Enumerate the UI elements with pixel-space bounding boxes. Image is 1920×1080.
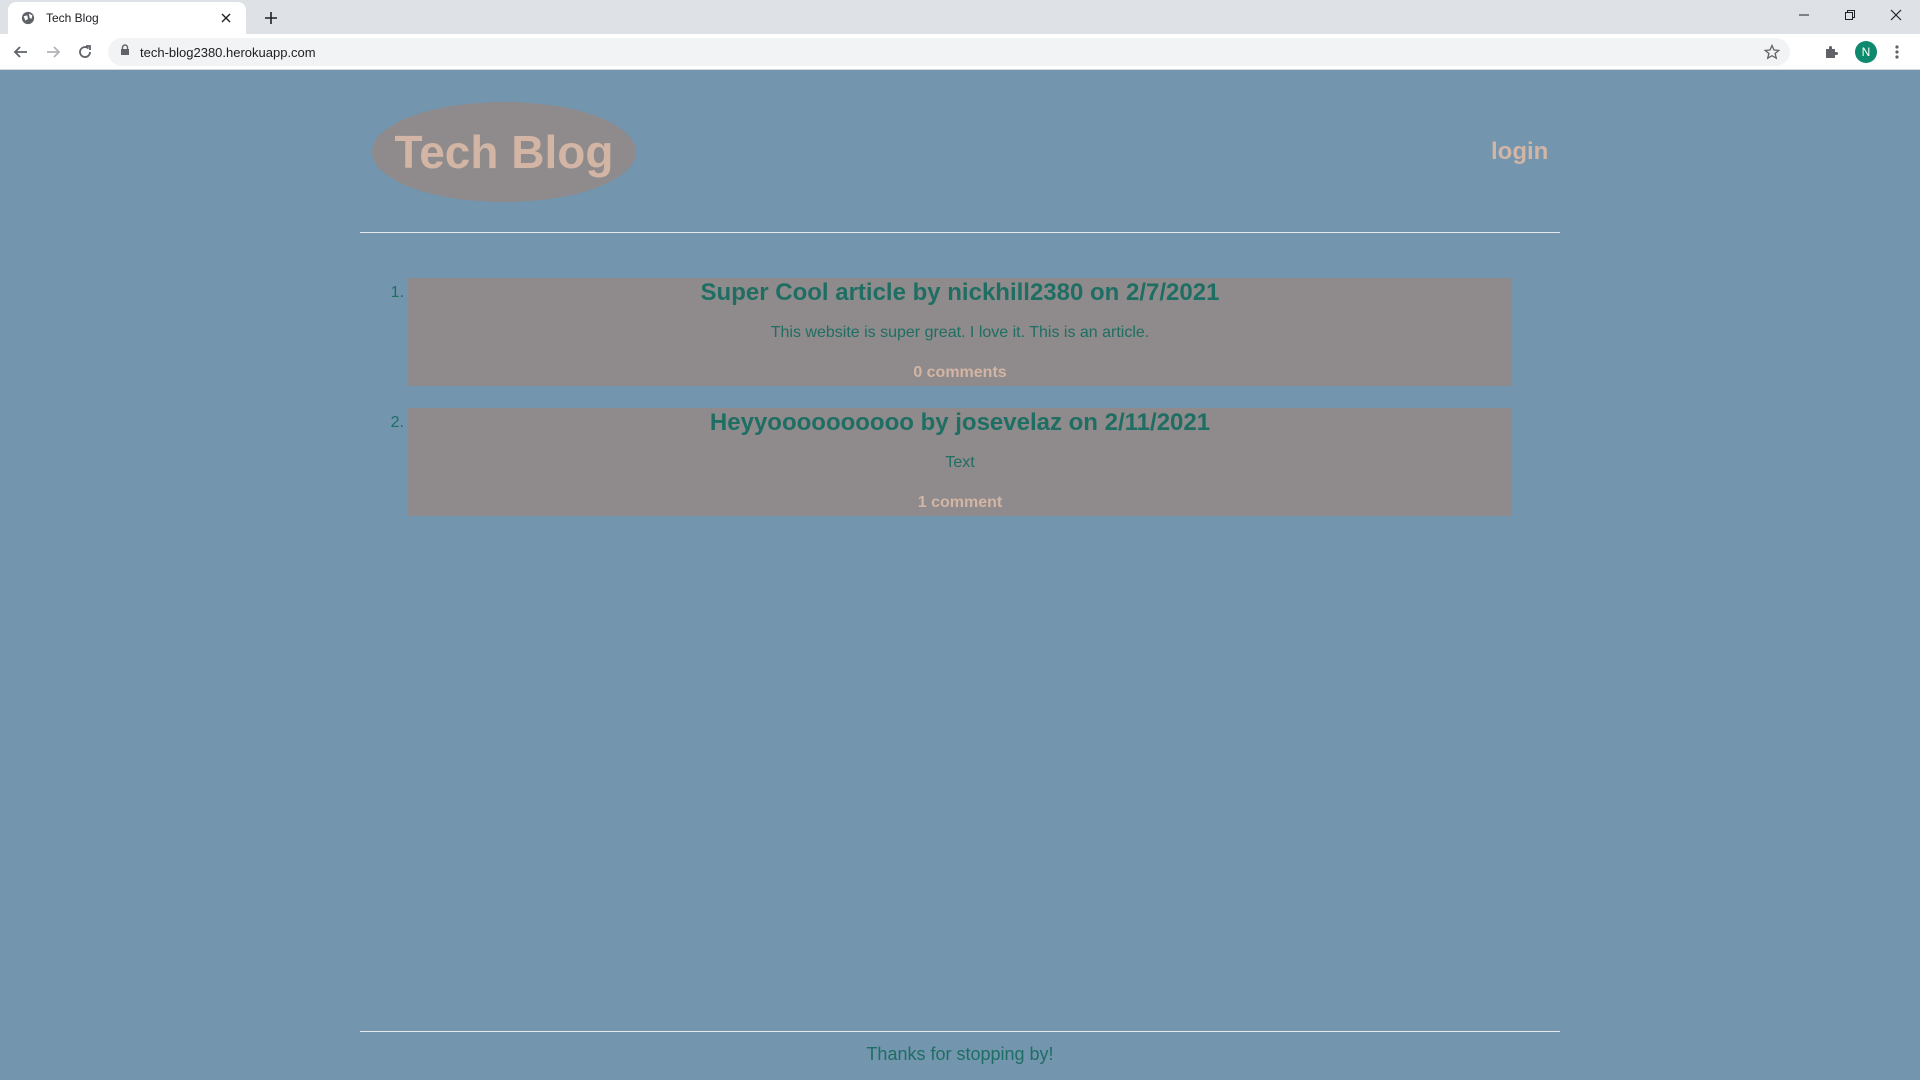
page-content: Tech Blog login 1. Super Cool article by…	[0, 70, 1920, 1080]
url-text: tech-blog2380.herokuapp.com	[140, 44, 316, 60]
bookmark-star-icon[interactable]	[1764, 44, 1780, 60]
reload-icon[interactable]	[71, 38, 99, 66]
tab-title: Tech Blog	[46, 11, 99, 25]
post-card: Super Cool article by nickhill2380 on 2/…	[408, 278, 1512, 386]
post-body: This website is super great. I love it. …	[770, 324, 1150, 341]
header-divider	[360, 232, 1560, 233]
new-tab-icon[interactable]	[258, 5, 284, 31]
restore-icon[interactable]	[1827, 0, 1873, 30]
close-window-icon[interactable]	[1873, 0, 1919, 30]
close-tab-icon[interactable]	[216, 8, 236, 28]
browser-toolbar: tech-blog2380.herokuapp.com N	[0, 34, 1920, 70]
globe-icon	[20, 10, 36, 26]
post-comments-link[interactable]: 0 comments	[408, 364, 1512, 382]
extensions-puzzle-icon[interactable]	[1822, 43, 1840, 61]
post-title-link[interactable]: Super Cool article by nickhill2380 on 2/…	[408, 278, 1512, 308]
more-menu-icon[interactable]	[1888, 43, 1906, 61]
post-number: 2.	[390, 414, 404, 431]
post-list: 1. Super Cool article by nickhill2380 on…	[360, 278, 1560, 538]
footer-message: Thanks for stopping by!	[866, 1044, 1054, 1064]
minimize-icon[interactable]	[1781, 0, 1827, 30]
browser-tab[interactable]: Tech Blog	[8, 2, 246, 34]
post-card: Heyyoooooooooo by josevelaz on 2/11/2021…	[408, 408, 1512, 516]
login-link[interactable]: login	[1491, 138, 1548, 166]
address-bar[interactable]: tech-blog2380.herokuapp.com	[108, 38, 1790, 66]
post-comments-link[interactable]: 1 comment	[408, 494, 1512, 512]
browser-tab-strip: Tech Blog	[0, 0, 1920, 34]
footer-divider	[360, 1031, 1560, 1032]
post-item: 1. Super Cool article by nickhill2380 on…	[360, 278, 1560, 386]
forward-arrow-icon[interactable]	[39, 38, 67, 66]
back-arrow-icon[interactable]	[7, 38, 35, 66]
lock-icon	[120, 43, 130, 61]
post-item: 2. Heyyoooooooooo by josevelaz on 2/11/2…	[360, 408, 1560, 516]
post-number: 1.	[390, 284, 404, 301]
site-logo-link[interactable]: Tech Blog	[372, 102, 636, 202]
post-title-link[interactable]: Heyyoooooooooo by josevelaz on 2/11/2021	[408, 408, 1512, 438]
post-body: Text	[945, 454, 975, 471]
profile-avatar[interactable]: N	[1855, 41, 1877, 63]
